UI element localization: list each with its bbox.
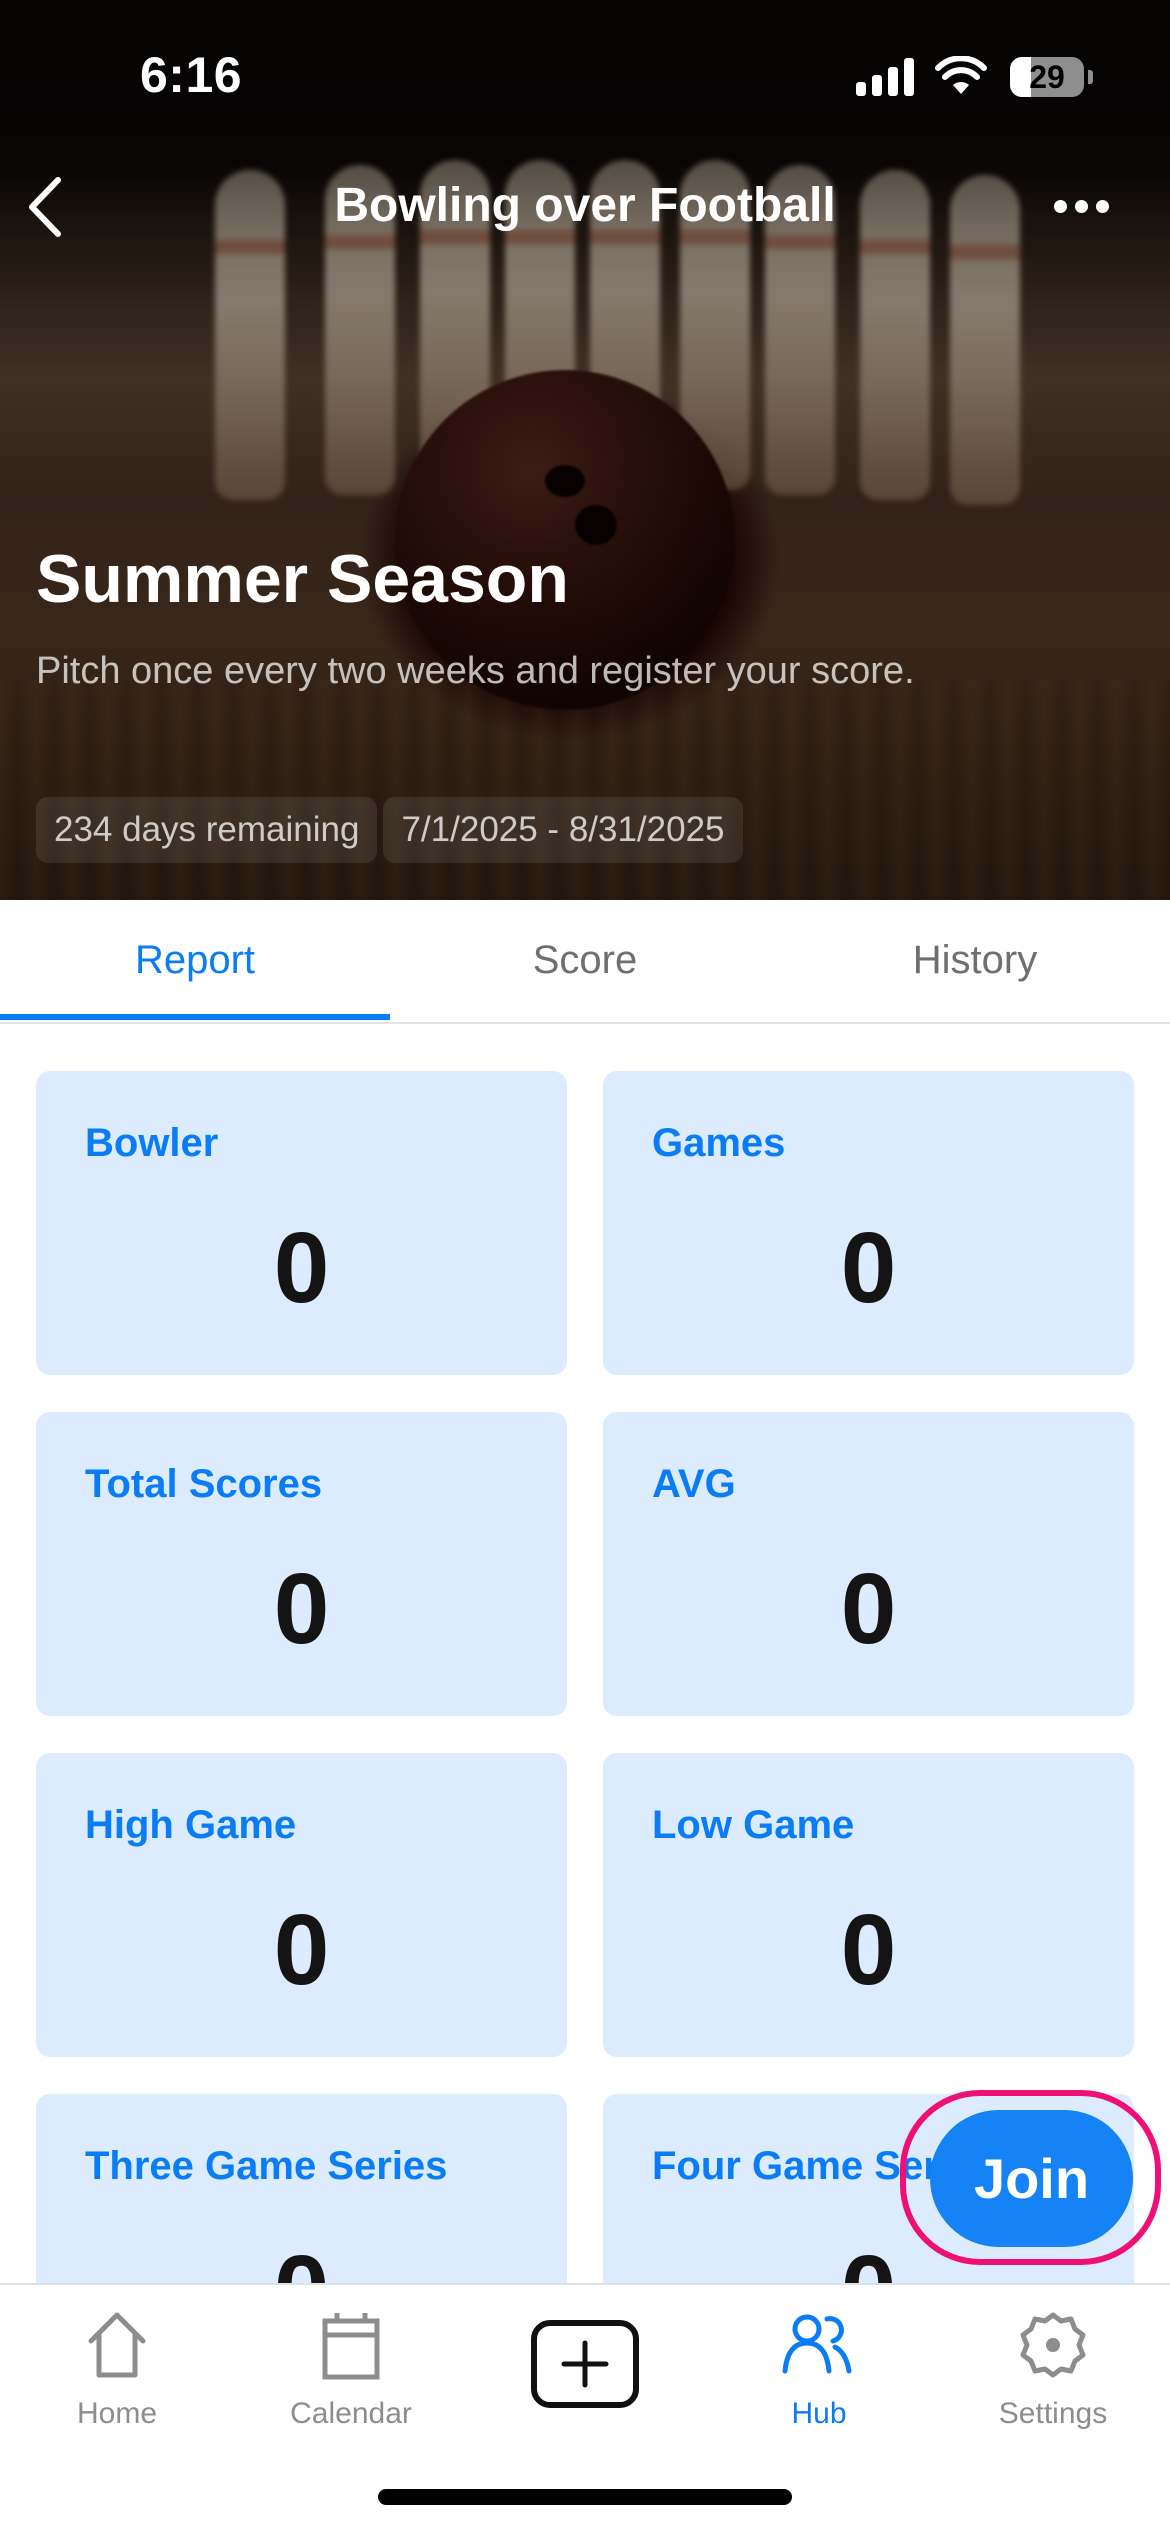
season-title: Summer Season (36, 541, 569, 617)
add-square-icon (531, 2320, 639, 2408)
wifi-icon (935, 56, 987, 94)
stat-label: Bowler (85, 1121, 219, 1165)
stat-value: 0 (840, 1553, 897, 1665)
segment-tabs: Report Score History (0, 900, 1170, 1024)
stat-value: 0 (840, 1894, 897, 2006)
tab-score[interactable]: Score (390, 900, 780, 1020)
highlight-ring (900, 2090, 1161, 2265)
calendar-icon (322, 2313, 380, 2380)
tabbar-hub[interactable]: Hub (702, 2305, 936, 2435)
status-time: 6:16 (140, 47, 243, 103)
date-range-chip: 7/1/2025 - 8/31/2025 (383, 797, 743, 863)
people-icon (782, 2314, 852, 2374)
stat-label: Low Game (652, 1803, 855, 1847)
cellular-signal-icon (856, 58, 916, 96)
tabbar-add[interactable] (468, 2305, 702, 2435)
gear-icon (1020, 2312, 1086, 2378)
tabbar-settings[interactable]: Settings (936, 2305, 1170, 2435)
stat-card-games: Games 0 (603, 1071, 1134, 1375)
stat-card-low-game: Low Game 0 (603, 1753, 1134, 2057)
more-dot (1095, 199, 1109, 213)
tabbar-home[interactable]: Home (0, 2305, 234, 2435)
more-options-button[interactable] (1050, 188, 1112, 224)
stat-value: 0 (273, 1553, 330, 1665)
tabbar-label: Home (76, 2397, 158, 2430)
hero-overlay (0, 0, 1170, 900)
more-dot (1074, 199, 1088, 213)
stat-value: 0 (273, 1212, 330, 1324)
tab-report[interactable]: Report (0, 900, 390, 1020)
battery-icon: 29 (1010, 57, 1084, 97)
tabbar-label: Calendar (290, 2397, 412, 2430)
stat-card-avg: AVG 0 (603, 1412, 1134, 1716)
more-dot (1053, 199, 1067, 213)
battery-percentage: 29 (1029, 59, 1065, 95)
stat-value: 0 (840, 1212, 897, 1324)
tab-history[interactable]: History (780, 900, 1170, 1020)
stat-card-bowler: Bowler 0 (36, 1071, 567, 1375)
battery-cap (1088, 70, 1093, 84)
home-icon (88, 2312, 146, 2378)
season-description: Pitch once every two weeks and register … (36, 650, 915, 692)
days-remaining-chip: 234 days remaining (36, 797, 378, 863)
stat-label: Total Scores (85, 1462, 323, 1506)
stat-value: 0 (273, 1894, 330, 2006)
tabbar-label: Settings (998, 2397, 1108, 2430)
season-chips: 234 days remaining 7/1/2025 - 8/31/2025 (36, 797, 743, 863)
hero-banner (0, 0, 1170, 900)
tabbar-label: Hub (791, 2397, 847, 2430)
tabbar-calendar[interactable]: Calendar (234, 2305, 468, 2435)
stat-card-high-game: High Game 0 (36, 1753, 567, 2057)
stat-label: Games (652, 1121, 786, 1165)
stat-label: AVG (652, 1462, 736, 1506)
stat-label: High Game (85, 1803, 297, 1847)
stat-label: Three Game Series (85, 2144, 448, 2188)
nav-title: Bowling over Football (334, 179, 836, 232)
stat-card-total-scores: Total Scores 0 (36, 1412, 567, 1716)
active-tab-indicator (0, 1014, 390, 1020)
home-indicator[interactable] (378, 2489, 792, 2505)
